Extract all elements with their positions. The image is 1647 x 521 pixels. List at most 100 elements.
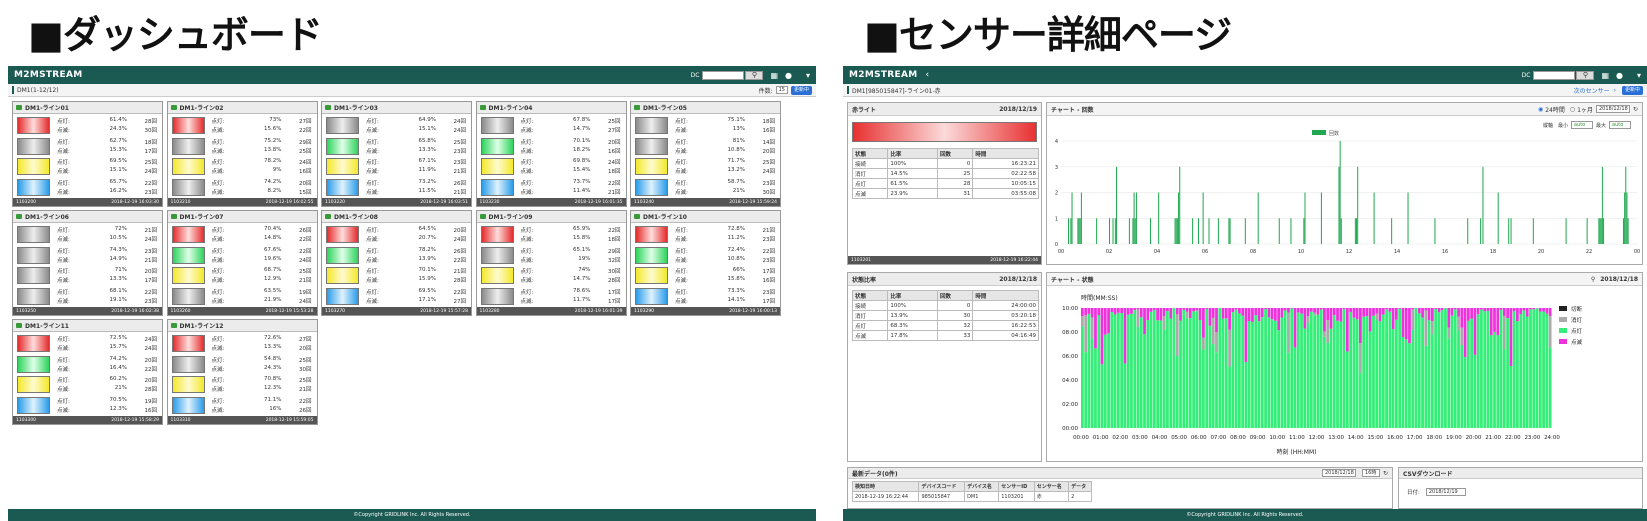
status-bar-segment [1532, 308, 1536, 310]
device-icon [325, 214, 331, 219]
x-tick-label: 08 [1250, 249, 1256, 255]
on-label: 点灯: [57, 228, 70, 234]
light-row: 点灯: 66% 17回 点滅: 15.8% 16回 [635, 267, 778, 286]
table-cell: 16:23:21 [972, 158, 1039, 169]
card-title-text: DM1-ライン06 [25, 214, 69, 221]
user-icon[interactable]: ● [1616, 71, 1623, 80]
count-bar [1497, 192, 1499, 244]
radio-24h[interactable]: ◉ [1538, 106, 1543, 113]
count-label: 件数: [758, 87, 773, 95]
sensor-card[interactable]: DM1-ライン10 点灯: 72.8% 21回 点滅: 11.2% 23回 点灯: 72.… [630, 210, 781, 316]
chevron-down-icon[interactable]: ▾ [1637, 71, 1641, 80]
search-icon[interactable]: ⚲ [1576, 70, 1595, 80]
chevron-down-icon[interactable]: ▾ [806, 71, 810, 80]
app-logo[interactable]: M2MSTREAM [14, 70, 83, 80]
status-bar-segment [1283, 310, 1287, 428]
status-bar-segment [1280, 308, 1284, 318]
user-icon[interactable]: ● [785, 71, 792, 80]
card-title[interactable]: DM1-ライン06 [13, 211, 162, 223]
status-bar-segment [1453, 309, 1457, 428]
card-title[interactable]: DM1-ライン08 [322, 211, 471, 223]
sensor-card[interactable]: DM1-ライン08 点灯: 64.5% 20回 点滅: 20.7% 24回 点灯: 78.… [321, 210, 472, 316]
latest-date-input[interactable]: 2018/12/18 [1321, 469, 1356, 477]
blink-count: 27回 [453, 298, 467, 305]
grid-icon[interactable]: ▦ [1601, 71, 1609, 80]
count-bar [1197, 218, 1199, 244]
card-title[interactable]: DM1-ライン05 [631, 102, 780, 114]
sensor-card[interactable]: DM1-ライン01 点灯: 61.4% 28回 点滅: 24.3% 30回 点灯: 62.… [12, 101, 163, 207]
status-bar-segment [1090, 338, 1094, 428]
grid-icon[interactable]: ▦ [770, 71, 778, 80]
card-title[interactable]: DM1-ライン12 [167, 320, 317, 332]
sensor-card[interactable]: DM1-ライン09 点灯: 65.9% 22回 点滅: 15.8% 18回 点灯: 65.… [475, 210, 627, 316]
status-bar-segment [1414, 308, 1418, 428]
light-indicator [635, 137, 668, 155]
on-count: 24回 [453, 119, 467, 125]
dc-search-input[interactable] [1533, 70, 1576, 80]
footer: ©Copyright GRIDLINK Inc. All Rights Rese… [8, 509, 816, 521]
on-label: 点灯: [675, 139, 688, 146]
sensor-card[interactable]: DM1-ライン05 点灯: 75.1% 18回 点滅: 13% 16回 点灯: 81% 14… [630, 101, 781, 207]
blink-count: 21回 [299, 387, 312, 393]
table-cell: 点灯 [851, 320, 889, 331]
update-button[interactable]: 更新中 [1621, 85, 1643, 95]
status-bar-segment [1466, 308, 1470, 321]
radio-1month[interactable]: ○ [1570, 106, 1575, 113]
next-sensor-link[interactable]: 次のセンサー [1574, 86, 1610, 95]
card-title[interactable]: DM1-ライン10 [631, 211, 780, 223]
status-bar-segment [1162, 329, 1166, 428]
blink-count: 17回 [144, 278, 158, 284]
card-title[interactable]: DM1-ライン07 [167, 211, 317, 223]
refresh-icon[interactable]: ↻ [1633, 106, 1638, 113]
blink-label: 点滅: [211, 257, 225, 264]
sensor-card[interactable]: DM1-ライン04 点灯: 67.8% 25回 点滅: 14.7% 27回 点灯: 70.… [475, 101, 627, 207]
sensor-card[interactable]: DM1-ライン11 点灯: 72.5% 24回 点滅: 15.7% 24回 点灯: 74.… [12, 319, 163, 425]
on-ratio: 64.9% [418, 117, 436, 123]
back-chevron-icon[interactable]: ‹ [926, 70, 930, 80]
x-tick-label: 04 [1154, 249, 1160, 255]
status-bar-segment [1208, 325, 1212, 428]
csv-date-input[interactable]: 2018/12/19 [1425, 488, 1466, 496]
on-ratio: 70.5% [109, 396, 127, 403]
sensor-card[interactable]: DM1-ライン07 点灯: 70.4% 26回 点滅: 14.8% 22回 点灯: 67.… [166, 210, 318, 316]
light-row: 点灯: 64.9% 24回 点滅: 15.1% 24回 [326, 117, 469, 136]
sensor-card[interactable]: DM1-ライン02 点灯: 73% 27回 点滅: 15.6% 22回 点灯: 75.2%… [166, 101, 318, 207]
status-bar-segment [1081, 326, 1084, 428]
count-bar [1228, 218, 1230, 244]
card-title[interactable]: DM1-ライン11 [13, 320, 162, 332]
count-select[interactable]: 15 [775, 86, 788, 94]
chart1-date-input[interactable]: 2018/12/18 [1595, 105, 1630, 113]
card-title[interactable]: DM1-ライン09 [476, 211, 626, 223]
sensor-card[interactable]: DM1-ライン12 点灯: 72.6% 27回 点滅: 13.3% 20回 点灯: 54.… [166, 319, 318, 425]
card-title[interactable]: DM1-ライン04 [476, 102, 626, 114]
sensor-card[interactable]: DM1-ライン03 点灯: 64.9% 24回 点滅: 15.1% 24回 点灯: 65.… [321, 101, 472, 207]
status-bar-segment [1359, 343, 1362, 373]
blink-ratio: 14.7% [573, 126, 591, 132]
status-bar-segment [1185, 318, 1189, 428]
refresh-icon[interactable]: ↻ [1383, 470, 1388, 477]
chevron-right-icon[interactable]: › [1614, 87, 1616, 94]
latest-hour-select[interactable]: 16時 [1361, 469, 1380, 477]
zoom-icon[interactable]: ⚲ [1591, 276, 1595, 283]
status-bar-segment [1081, 308, 1084, 317]
card-title[interactable]: DM1-ライン02 [167, 102, 317, 114]
on-count: 14回 [762, 139, 776, 146]
card-title[interactable]: DM1-ライン01 [13, 102, 162, 114]
count-bar [1467, 218, 1469, 244]
dc-search-input[interactable] [702, 70, 745, 80]
search-icon[interactable]: ⚲ [745, 70, 764, 80]
card-title[interactable]: DM1-ライン03 [322, 102, 471, 114]
status-bar-segment [1211, 317, 1215, 345]
status-bar-segment [1126, 314, 1130, 428]
sensor-card[interactable]: DM1-ライン06 点灯: 72% 21回 点滅: 10.5% 24回 点灯: 74.3%… [12, 210, 163, 316]
on-label: 点灯: [366, 180, 379, 187]
app-logo[interactable]: M2MSTREAM [849, 70, 918, 80]
status-bar-segment [1175, 308, 1179, 315]
status-bar-segment [1522, 308, 1526, 311]
blink-ratio: 15.9% [418, 276, 436, 282]
status-bar-segment [1195, 308, 1199, 311]
update-button[interactable]: 更新中 [790, 85, 812, 95]
on-count: 21回 [762, 228, 776, 234]
status-bar-segment [1542, 308, 1545, 312]
blink-count: 22回 [144, 366, 158, 373]
